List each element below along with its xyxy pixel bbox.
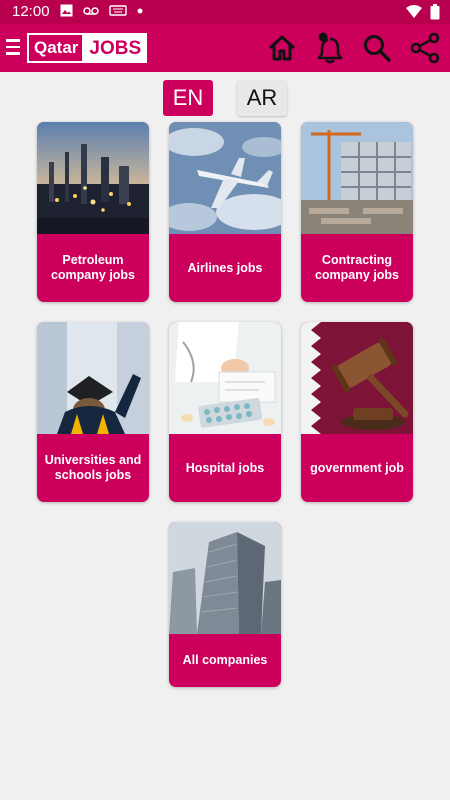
logo-qatar-text: Qatar bbox=[27, 33, 85, 63]
logo-jobs-text: JOBS bbox=[84, 33, 148, 63]
voicemail-icon bbox=[83, 6, 99, 15]
notification-button[interactable] bbox=[312, 30, 348, 66]
category-card-petroleum[interactable]: Petroleum company jobs bbox=[37, 122, 149, 302]
language-ar-button[interactable]: AR bbox=[237, 80, 287, 116]
category-label: government job bbox=[310, 460, 404, 475]
category-label: Hospital jobs bbox=[185, 460, 265, 475]
status-icons-right bbox=[406, 4, 440, 20]
menu-icon[interactable] bbox=[6, 39, 20, 57]
home-icon bbox=[268, 35, 296, 61]
app-bar: Qatar JOBS bbox=[0, 24, 450, 72]
search-button[interactable] bbox=[359, 30, 395, 66]
graduate-image bbox=[37, 322, 149, 434]
notification-bell-icon bbox=[317, 32, 343, 64]
category-card-airlines[interactable]: Airlines jobs bbox=[169, 122, 281, 302]
gavel-and-flag-image bbox=[301, 322, 413, 434]
status-bar: 12:00 bbox=[0, 0, 450, 24]
share-button[interactable] bbox=[407, 30, 443, 66]
search-icon bbox=[364, 35, 391, 62]
dot-icon bbox=[137, 8, 143, 13]
wifi-icon bbox=[406, 5, 422, 18]
category-card-contracting[interactable]: Contracting company jobs bbox=[301, 122, 413, 302]
status-icons-left bbox=[60, 4, 143, 17]
category-label: Contracting company jobs bbox=[314, 253, 400, 282]
image-icon bbox=[60, 4, 73, 17]
category-label: Airlines jobs bbox=[187, 260, 263, 275]
category-card-all-companies[interactable]: All companies bbox=[169, 522, 281, 687]
category-label: Petroleum company jobs bbox=[50, 253, 136, 282]
battery-icon bbox=[430, 4, 440, 20]
share-icon bbox=[410, 32, 440, 64]
office-skyscraper-image bbox=[169, 522, 281, 634]
construction-site-image bbox=[301, 122, 413, 234]
oil-refinery-image bbox=[37, 122, 149, 234]
status-time: 12:00 bbox=[12, 3, 50, 20]
language-en-button[interactable]: EN bbox=[163, 80, 213, 116]
category-card-government[interactable]: government job bbox=[301, 322, 413, 502]
category-card-universities[interactable]: Universities and schools jobs bbox=[37, 322, 149, 502]
airplane-image bbox=[169, 122, 281, 234]
home-button[interactable] bbox=[264, 30, 300, 66]
app-logo: Qatar JOBS bbox=[27, 33, 148, 63]
category-label: All companies bbox=[182, 653, 268, 667]
category-card-hospital[interactable]: Hospital jobs bbox=[169, 322, 281, 502]
category-label: Universities and schools jobs bbox=[44, 453, 142, 482]
doctor-with-pills-image bbox=[169, 322, 281, 434]
keyboard-icon bbox=[109, 5, 127, 16]
